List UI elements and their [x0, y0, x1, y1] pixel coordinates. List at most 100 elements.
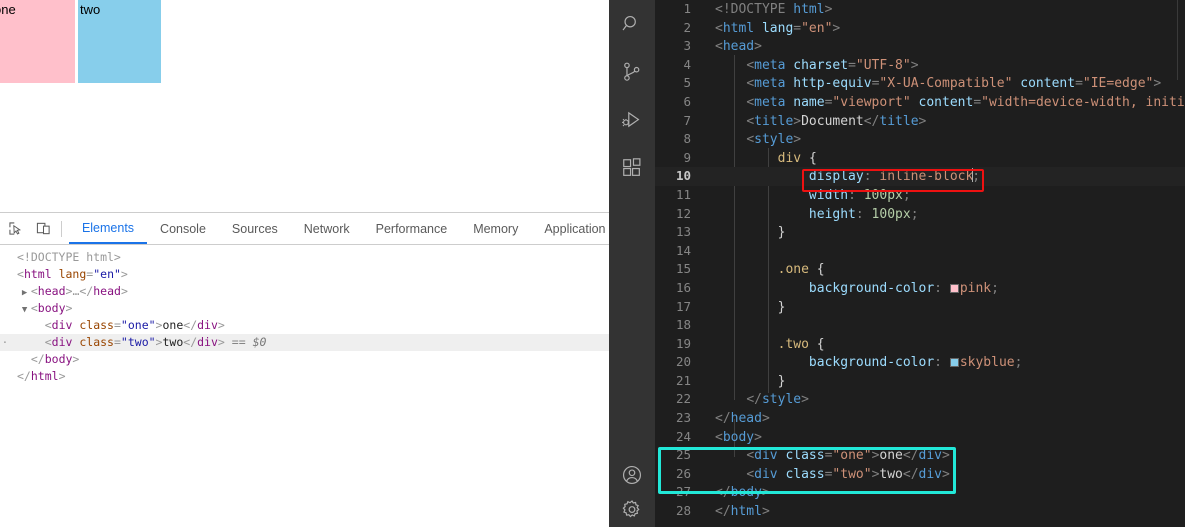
source-control-icon[interactable] — [609, 48, 655, 96]
line-number: 9 — [683, 149, 691, 165]
dom-node[interactable]: <!DOCTYPE html> — [0, 249, 609, 266]
code-line-9[interactable]: 9 div { — [655, 149, 1185, 168]
code-token-punct: < — [746, 76, 755, 92]
demo-box-label: one — [0, 2, 16, 17]
devtools-tab-bar[interactable]: Elements Console Sources Network Performance… — [68, 213, 609, 244]
dom-node[interactable]: ▼ <body> — [0, 300, 609, 317]
run-and-debug-icon[interactable] — [609, 96, 655, 144]
code-line-2[interactable]: 2 <html lang="en"> — [655, 19, 1185, 38]
code-line-21[interactable]: 21 } — [655, 372, 1185, 391]
code-line-25[interactable]: 25 <div class="one">one</div> — [655, 446, 1185, 465]
extensions-icon[interactable] — [609, 144, 655, 192]
line-content: display: inline-block; — [715, 168, 980, 184]
code-token-punct: < — [746, 94, 755, 110]
code-line-4[interactable]: 4 <meta charset="UTF-8"> — [655, 56, 1185, 75]
code-token-punct: </ — [902, 448, 919, 464]
devtools-tab-console[interactable]: Console — [147, 213, 219, 244]
code-line-24[interactable]: 24 <body> — [655, 428, 1185, 447]
code-token-tag: div — [918, 448, 943, 464]
devtools-toolbar: Elements Console Sources Network Performance… — [0, 213, 609, 245]
code-token-tag: meta — [754, 76, 786, 92]
device-toolbar-icon[interactable] — [32, 216, 56, 242]
code-token-str: "two" — [832, 466, 872, 482]
code-line-18[interactable]: 18 — [655, 316, 1185, 335]
code-line-12[interactable]: 12 height: 100px; — [655, 205, 1185, 224]
line-content: <style> — [715, 132, 801, 147]
devtools-tab-application[interactable]: Application — [531, 213, 609, 244]
dom-node[interactable]: ▶ <head>…</head> — [0, 283, 609, 300]
demo-box-one: one — [0, 0, 75, 83]
code-editor[interactable]: 1 <!DOCTYPE html> 2 <html lang="en"> 3 <head>… — [655, 0, 1185, 527]
dom-token-val: "one" — [120, 318, 156, 332]
code-token-attr: class — [785, 448, 825, 464]
color-swatch-icon[interactable] — [949, 283, 959, 293]
code-line-1[interactable]: 1 <!DOCTYPE html> — [655, 0, 1185, 19]
dom-token-text: one — [162, 318, 184, 332]
inspect-element-icon[interactable] — [4, 216, 28, 242]
search-icon[interactable] — [609, 0, 655, 48]
line-number: 6 — [683, 93, 691, 109]
demo-boxes-row: one two — [0, 0, 161, 83]
code-line-20[interactable]: 20 background-color: skyblue; — [655, 353, 1185, 372]
dom-node[interactable]: </html> — [0, 368, 609, 385]
devtools-tab-network[interactable]: Network — [291, 213, 363, 244]
code-token-text: Document — [801, 113, 864, 129]
line-number: 8 — [683, 131, 691, 147]
devtools-tab-performance[interactable]: Performance — [363, 213, 461, 244]
code-token-tag: html — [793, 2, 825, 17]
code-line-14[interactable]: 14 — [655, 242, 1185, 261]
code-line-6[interactable]: 6 <meta name="viewport" content="width=d… — [655, 93, 1185, 112]
line-content: } — [715, 299, 786, 315]
code-token-attr: content — [1020, 76, 1076, 92]
code-line-16[interactable]: 16 background-color: pink; — [655, 279, 1185, 298]
account-icon[interactable] — [609, 451, 655, 499]
code-token-tag: title — [879, 113, 919, 129]
code-line-23[interactable]: 23 </head> — [655, 409, 1185, 428]
code-line-19[interactable]: 19 .two { — [655, 335, 1185, 354]
dom-tree[interactable]: <!DOCTYPE html> <html lang="en"> ▶ <head>… — [0, 245, 609, 527]
dom-node-selected[interactable]: ·· <div class="two">two</div> == $0 — [0, 334, 609, 351]
code-line-22[interactable]: 22 </style> — [655, 390, 1185, 409]
devtools-tab-memory[interactable]: Memory — [460, 213, 531, 244]
line-content: <div class="one">one</div> — [715, 448, 950, 463]
demo-box-two: two — [78, 0, 161, 83]
code-line-7[interactable]: 7 <title>Document</title> — [655, 112, 1185, 131]
dom-token-p: </ — [79, 284, 94, 298]
dom-token-sp — [225, 335, 232, 349]
code-line-3[interactable]: 3 <head> — [655, 37, 1185, 56]
code-token-brace: } — [777, 299, 786, 315]
code-line-17[interactable]: 17 } — [655, 298, 1185, 317]
code-token-brace: { — [816, 336, 825, 352]
code-token-punct: > — [754, 39, 762, 55]
code-line-28[interactable]: 28 </html> — [655, 502, 1185, 521]
code-line-13[interactable]: 13 } — [655, 223, 1185, 242]
dom-node[interactable]: <div class="one">one</div> — [0, 317, 609, 334]
dom-token-p: = — [113, 318, 121, 332]
dom-token-doctype: <!DOCTYPE html> — [17, 250, 121, 264]
code-lines[interactable]: 1 <!DOCTYPE html> 2 <html lang="en"> 3 <head>… — [655, 0, 1185, 521]
code-token-punct: > — [832, 20, 841, 36]
code-line-27[interactable]: 27 </body> — [655, 483, 1185, 502]
settings-gear-icon[interactable] — [609, 499, 655, 527]
code-line-10[interactable]: 10 display: inline-block; — [655, 167, 1185, 186]
code-token-punct: > — [1153, 76, 1162, 92]
code-line-26[interactable]: 26 <div class="two">two</div> — [655, 465, 1185, 484]
dom-node[interactable]: </body> — [0, 351, 609, 368]
color-swatch-icon[interactable] — [949, 358, 959, 368]
devtools-tab-elements[interactable]: Elements — [68, 213, 148, 244]
dom-node[interactable]: <html lang="en"> — [0, 266, 609, 283]
code-token-punct: ; — [910, 206, 919, 222]
code-line-11[interactable]: 11 width: 100px; — [655, 186, 1185, 205]
code-line-8[interactable]: 8 <style> — [655, 130, 1185, 149]
devtools-tab-sources[interactable]: Sources — [219, 213, 291, 244]
code-line-15[interactable]: 15 .one { — [655, 260, 1185, 279]
dom-token-p: < — [30, 301, 38, 315]
code-token-tag: html — [722, 20, 755, 36]
dom-token-tag: html — [23, 267, 52, 281]
code-line-5[interactable]: 5 <meta http-equiv = "X-UA-Compatible" con… — [655, 74, 1185, 93]
dom-token-tag: div — [51, 318, 73, 332]
line-content: <meta charset="UTF-8"> — [715, 58, 918, 73]
